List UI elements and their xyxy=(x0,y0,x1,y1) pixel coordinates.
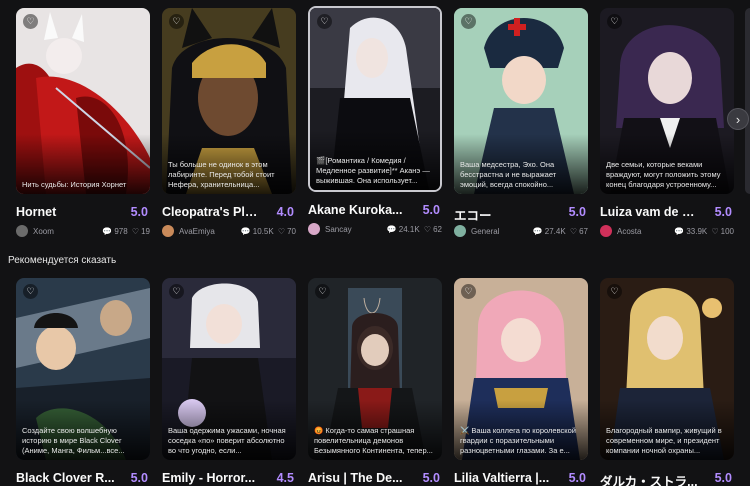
character-image[interactable]: ♡ Ваша одержима ужасами, ночная соседка … xyxy=(162,278,296,460)
like-count: 100 xyxy=(720,227,734,236)
character-name: Luiza vam de L... xyxy=(600,205,700,219)
character-name: Akane Kuroka... xyxy=(308,203,403,217)
chat-count: 27.4K xyxy=(544,227,566,236)
chat-icon: 💬 xyxy=(102,227,113,236)
like-count: 70 xyxy=(287,227,296,236)
like-icon: ♡ xyxy=(277,227,286,236)
character-description: Благородный вампир, живущий в современно… xyxy=(606,426,722,455)
heart-icon[interactable]: ♡ xyxy=(169,284,184,299)
character-stats: 💬 27.4K ♡ 67 xyxy=(531,227,588,236)
character-rating: 5.0 xyxy=(130,471,148,485)
author-avatar[interactable] xyxy=(162,225,174,237)
heart-icon[interactable]: ♡ xyxy=(607,284,622,299)
like-icon: ♡ xyxy=(711,227,719,236)
character-image[interactable]: ♡ 🎬[Романтика / Комедия / Медленное разв… xyxy=(308,6,442,192)
character-rating: 5.0 xyxy=(130,205,148,219)
character-row-recommended: ♡ Создайте свою волшебную историю в мире… xyxy=(0,276,750,486)
chat-count: 978 xyxy=(114,227,128,236)
character-rating: 4.5 xyxy=(276,471,294,485)
heart-icon[interactable]: ♡ xyxy=(461,284,476,299)
character-description: Ты больше не одинок в этом лабиринте. Пе… xyxy=(168,160,275,189)
character-description: 😡 Когда-то самая страшная повелительница… xyxy=(314,426,433,455)
character-stats: 💬 24.1K ♡ 62 xyxy=(385,225,442,234)
character-description: Ваша одержима ужасами, ночная соседка «п… xyxy=(168,426,286,455)
character-description: Две семьи, которые веками враждуют, могу… xyxy=(606,160,721,189)
character-description: ⚔️ Ваша коллега по королевской гвардии с… xyxy=(460,426,576,455)
character-meta: Acosta 💬 33.9K ♡ 100 xyxy=(600,225,734,239)
author-avatar[interactable] xyxy=(16,225,28,237)
character-row-featured: ♡ Нить судьбы: История Хорнет Hornet 5.0… xyxy=(0,0,750,239)
character-stats: 💬 10.5K ♡ 70 xyxy=(239,227,296,236)
heart-icon[interactable]: ♡ xyxy=(607,14,622,29)
character-rating: 4.0 xyxy=(276,205,294,219)
character-meta: General 💬 27.4K ♡ 67 xyxy=(454,225,588,239)
character-image[interactable]: ♡ Благородный вампир, живущий в современ… xyxy=(600,278,734,460)
character-name: Black Clover R... xyxy=(16,471,115,485)
chat-count: 24.1K xyxy=(398,225,420,234)
chevron-right-icon[interactable]: › xyxy=(727,108,749,130)
character-rating: 5.0 xyxy=(714,471,732,485)
like-icon: ♡ xyxy=(131,227,140,236)
character-image[interactable]: ♡ 😡 Когда-то самая страшная повелительни… xyxy=(308,278,442,460)
like-icon: ♡ xyxy=(569,227,578,236)
character-image[interactable]: ♡ Ваша медсестра, Эхо. Она бесстрастна и… xyxy=(454,8,588,194)
character-image[interactable]: ♡ Ты больше не одинок в этом лабиринте. … xyxy=(162,8,296,194)
character-name: ダルカ・ストラ... xyxy=(600,475,698,486)
character-rating: 5.0 xyxy=(422,471,440,485)
like-count: 62 xyxy=(433,225,442,234)
character-rating: 5.0 xyxy=(568,205,586,219)
heart-icon[interactable]: ♡ xyxy=(317,14,332,29)
heart-icon[interactable]: ♡ xyxy=(23,14,38,29)
like-count: 19 xyxy=(141,227,150,236)
author-name[interactable]: Xoom xyxy=(33,227,54,236)
author-avatar[interactable] xyxy=(454,225,466,237)
character-name: Lilia Valtierra |... xyxy=(454,471,550,485)
character-name: Arisu | The De... xyxy=(308,471,403,485)
character-name: Hornet xyxy=(16,205,57,219)
character-description: 🎬[Романтика / Комедия / Медленное развит… xyxy=(316,156,430,185)
character-image[interactable]: ♡ Две семьи, которые веками враждуют, мо… xyxy=(600,8,734,194)
character-name: Emily - Horror... xyxy=(162,471,256,485)
character-description: Нить судьбы: История Хорнет xyxy=(22,180,127,189)
character-rating: 5.0 xyxy=(568,471,586,485)
chat-count: 10.5K xyxy=(252,227,274,236)
next-card-peek xyxy=(745,8,750,194)
character-description: Ваша медсестра, Эхо. Она бесстрастна и н… xyxy=(460,160,557,189)
heart-icon[interactable]: ♡ xyxy=(461,14,476,29)
character-stats: 💬 33.9K ♡ 100 xyxy=(672,227,734,236)
character-image[interactable]: ♡ Нить судьбы: История Хорнет xyxy=(16,8,150,194)
author-name[interactable]: General xyxy=(471,227,499,236)
character-rating: 5.0 xyxy=(422,203,440,217)
author-name[interactable]: Acosta xyxy=(617,227,641,236)
heart-icon[interactable]: ♡ xyxy=(315,284,330,299)
character-image[interactable]: ♡ ⚔️ Ваша коллега по королевской гвардии… xyxy=(454,278,588,460)
character-image[interactable]: ♡ Создайте свою волшебную историю в мире… xyxy=(16,278,150,460)
author-avatar[interactable] xyxy=(308,223,320,235)
character-rating: 5.0 xyxy=(714,205,732,219)
heart-icon[interactable]: ♡ xyxy=(23,284,38,299)
character-meta: Xoom 💬 978 ♡ 19 xyxy=(16,225,150,239)
character-stats: 💬 978 ♡ 19 xyxy=(100,227,150,236)
author-name[interactable]: AvaEmiya xyxy=(179,227,215,236)
chat-count: 33.9K xyxy=(686,227,708,236)
section-title-recommended: Рекомендуется сказать xyxy=(8,255,117,266)
author-name[interactable]: Sancay xyxy=(325,225,352,234)
chat-icon: 💬 xyxy=(532,227,543,236)
chat-icon: 💬 xyxy=(386,225,397,234)
character-meta: AvaEmiya 💬 10.5K ♡ 70 xyxy=(162,225,296,239)
character-name: エコー xyxy=(454,209,492,223)
chat-icon: 💬 xyxy=(240,227,251,236)
like-count: 67 xyxy=(579,227,588,236)
character-description: Создайте свою волшебную историю в мире B… xyxy=(22,426,125,455)
chat-icon: 💬 xyxy=(674,227,685,236)
character-meta: Sancay 💬 24.1K ♡ 62 xyxy=(308,223,442,237)
heart-icon[interactable]: ♡ xyxy=(169,14,184,29)
like-icon: ♡ xyxy=(423,225,432,234)
character-name: Cleopatra's Pla... xyxy=(162,205,262,219)
author-avatar[interactable] xyxy=(600,225,612,237)
